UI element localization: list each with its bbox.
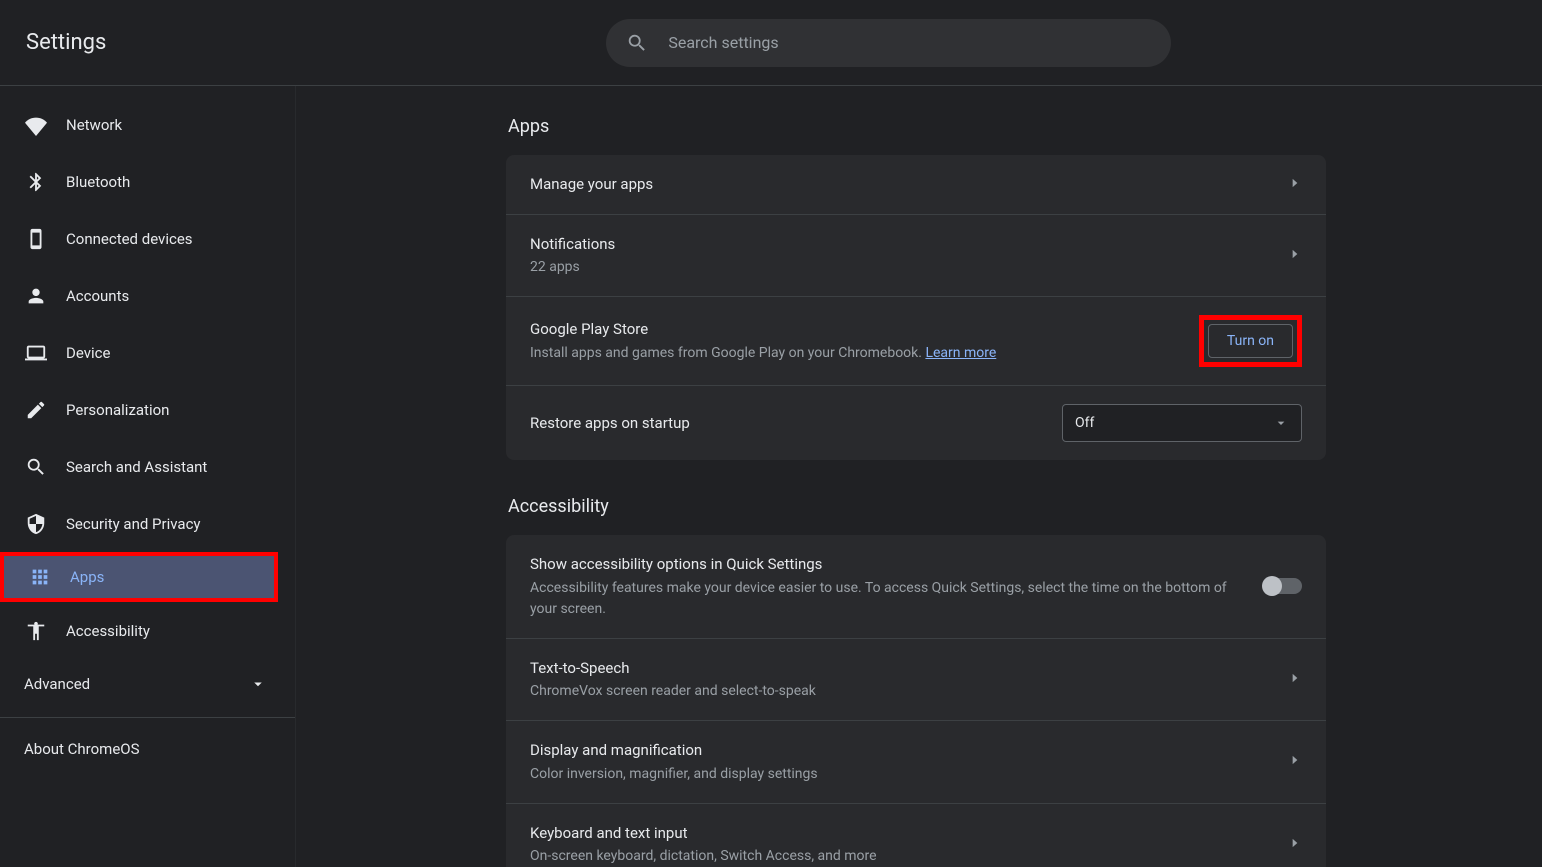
row-sub: Color inversion, magnifier, and display … [530, 764, 1288, 785]
bluetooth-icon [24, 170, 48, 194]
row-quick-settings: Show accessibility options in Quick Sett… [506, 535, 1326, 639]
sidebar-item-label: Apps [70, 568, 104, 586]
pencil-icon [24, 398, 48, 422]
row-manage-apps[interactable]: Manage your apps [506, 155, 1326, 215]
chevron-right-icon [1288, 175, 1302, 194]
sidebar-item-apps[interactable]: Apps [0, 552, 278, 602]
sidebar-item-label: Bluetooth [66, 173, 130, 191]
chevron-right-icon [1288, 752, 1302, 771]
row-title: Notifications [530, 233, 1288, 256]
sidebar-item-network[interactable]: Network [0, 96, 295, 153]
row-display-magnification[interactable]: Display and magnification Color inversio… [506, 721, 1326, 804]
row-restore-apps: Restore apps on startup Off [506, 386, 1326, 460]
chevron-down-icon [1273, 415, 1289, 431]
search-box[interactable] [606, 19, 1171, 67]
accessibility-icon [24, 619, 48, 643]
laptop-icon [24, 341, 48, 365]
row-sub: Accessibility features make your device … [530, 578, 1244, 620]
sidebar-item-label: Device [66, 344, 110, 362]
row-title: Restore apps on startup [530, 412, 1062, 435]
sidebar: Network Bluetooth Connected devices Acco… [0, 86, 296, 867]
sidebar-item-label: Connected devices [66, 230, 193, 248]
sidebar-advanced[interactable]: Advanced [0, 659, 295, 709]
sidebar-item-personalization[interactable]: Personalization [0, 381, 295, 438]
apps-icon [28, 565, 52, 589]
sidebar-item-label: Accounts [66, 287, 129, 305]
row-sub: On-screen keyboard, dictation, Switch Ac… [530, 846, 1288, 867]
section-title-accessibility: Accessibility [506, 496, 1326, 517]
turn-on-highlight: Turn on [1199, 315, 1302, 367]
row-sub: 22 apps [530, 257, 1288, 278]
row-title: Display and magnification [530, 739, 1288, 762]
restore-dropdown[interactable]: Off [1062, 404, 1302, 442]
row-title: Manage your apps [530, 173, 1288, 196]
chevron-right-icon [1288, 835, 1302, 854]
search-icon [626, 32, 648, 54]
sidebar-item-connected-devices[interactable]: Connected devices [0, 210, 295, 267]
sidebar-item-label: Search and Assistant [66, 458, 207, 476]
search-input[interactable] [668, 33, 1151, 52]
sidebar-item-bluetooth[interactable]: Bluetooth [0, 153, 295, 210]
sidebar-item-device[interactable]: Device [0, 324, 295, 381]
sidebar-item-accessibility[interactable]: Accessibility [0, 602, 295, 659]
apps-card: Manage your apps Notifications 22 apps G… [506, 155, 1326, 460]
chevron-right-icon [1288, 670, 1302, 689]
play-sub-text: Install apps and games from Google Play … [530, 345, 925, 361]
header: Settings [0, 0, 1542, 86]
chevron-right-icon [1288, 246, 1302, 265]
learn-more-link[interactable]: Learn more [925, 345, 996, 361]
sidebar-divider [0, 717, 295, 718]
row-notifications[interactable]: Notifications 22 apps [506, 215, 1326, 298]
sidebar-item-search-assistant[interactable]: Search and Assistant [0, 438, 295, 495]
sidebar-item-accounts[interactable]: Accounts [0, 267, 295, 324]
row-sub: ChromeVox screen reader and select-to-sp… [530, 681, 1288, 702]
sidebar-item-security-privacy[interactable]: Security and Privacy [0, 495, 295, 552]
sidebar-advanced-label: Advanced [24, 675, 90, 693]
sidebar-item-about[interactable]: About ChromeOS [0, 726, 295, 772]
turn-on-button[interactable]: Turn on [1208, 324, 1293, 358]
row-tts[interactable]: Text-to-Speech ChromeVox screen reader a… [506, 639, 1326, 722]
section-title-apps: Apps [506, 116, 1326, 137]
sidebar-item-label: Network [66, 116, 122, 134]
sidebar-item-label: Security and Privacy [66, 515, 201, 533]
row-title: Keyboard and text input [530, 822, 1288, 845]
quick-settings-toggle[interactable] [1264, 578, 1302, 594]
page-title: Settings [26, 30, 106, 55]
row-sub: Install apps and games from Google Play … [530, 343, 1199, 364]
sidebar-item-label: Accessibility [66, 622, 150, 640]
row-keyboard-text[interactable]: Keyboard and text input On-screen keyboa… [506, 804, 1326, 867]
row-title: Text-to-Speech [530, 657, 1288, 680]
wifi-icon [24, 113, 48, 137]
row-google-play: Google Play Store Install apps and games… [506, 297, 1326, 386]
chevron-down-icon [249, 675, 267, 693]
main-content: Apps Manage your apps Notifications 22 a… [296, 86, 1542, 867]
search-icon [24, 455, 48, 479]
shield-icon [24, 512, 48, 536]
person-icon [24, 284, 48, 308]
accessibility-card: Show accessibility options in Quick Sett… [506, 535, 1326, 867]
row-title: Google Play Store [530, 318, 1199, 341]
sidebar-item-label: Personalization [66, 401, 169, 419]
dropdown-value: Off [1075, 415, 1094, 431]
phone-icon [24, 227, 48, 251]
row-title: Show accessibility options in Quick Sett… [530, 553, 1244, 576]
